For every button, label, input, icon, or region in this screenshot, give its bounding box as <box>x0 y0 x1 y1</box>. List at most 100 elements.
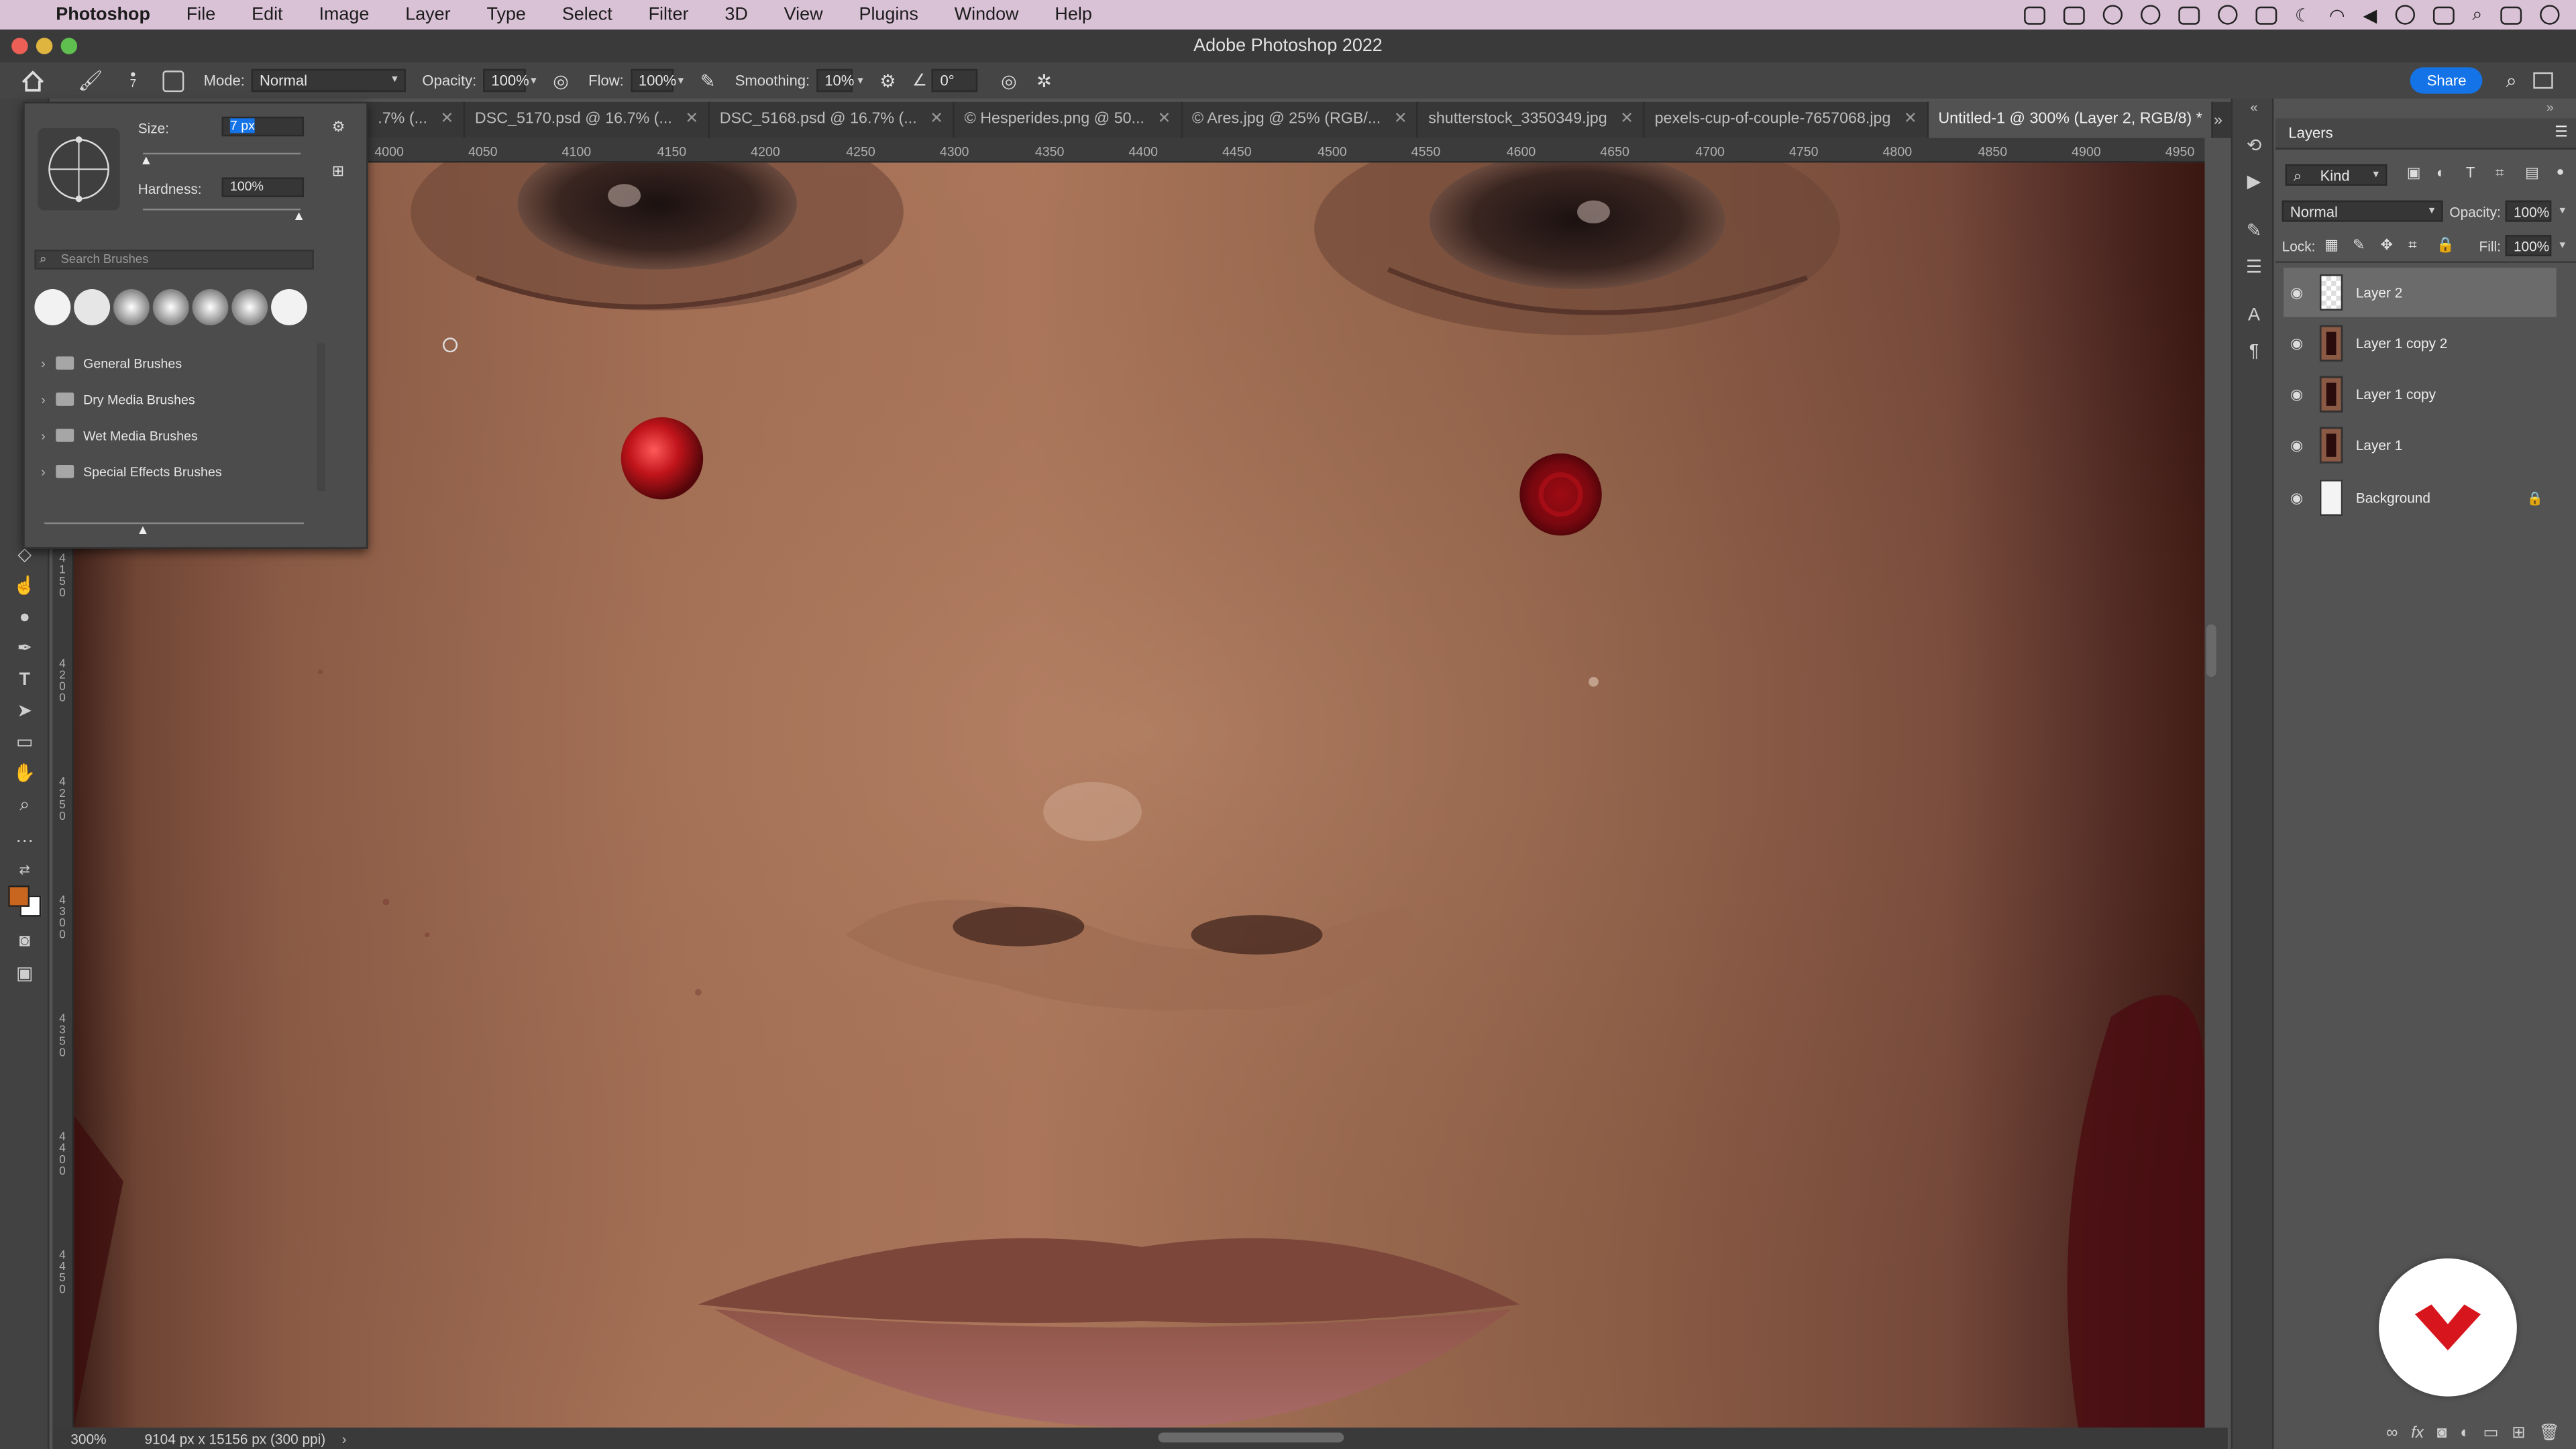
size-slider[interactable] <box>143 152 301 155</box>
document-canvas[interactable] <box>74 162 2205 1428</box>
layer-row-background[interactable]: ◉ Background 🔒 <box>2284 473 2557 522</box>
display-icon[interactable] <box>2063 5 2085 24</box>
opacity-input[interactable]: 100% <box>483 68 529 93</box>
menu-type[interactable]: Type <box>469 0 544 30</box>
type-tool-icon[interactable]: T <box>10 667 40 693</box>
control-center-icon[interactable] <box>2500 5 2522 24</box>
layer-name[interactable]: Layer 1 copy 2 <box>2356 335 2448 352</box>
share-button[interactable]: Share <box>2410 67 2483 94</box>
creative-cloud-icon[interactable] <box>2102 5 2123 25</box>
gear-icon[interactable] <box>2140 5 2161 25</box>
layer-style-fx-icon[interactable]: fx <box>2411 1424 2424 1442</box>
layer-name[interactable]: Background <box>2356 490 2430 506</box>
filter-smart-object-icon[interactable]: ▤ <box>2525 164 2539 182</box>
tabs-overflow-icon[interactable]: » <box>2214 111 2222 129</box>
opacity-chevron-icon[interactable]: ▾ <box>531 74 537 87</box>
tab-document-3[interactable]: DSC_5168.psd @ 16.7% (... ✕ <box>710 101 955 138</box>
blend-mode-select[interactable]: Normal ▾ <box>2282 200 2443 222</box>
layer-name[interactable]: Layer 2 <box>2356 284 2402 301</box>
zoom-tool-icon[interactable]: ⌕ <box>10 792 40 818</box>
chevron-down-icon[interactable]: ▾ <box>2560 238 2566 252</box>
layer-opacity-input[interactable]: 100% <box>2505 200 2552 222</box>
filter-adjustment-icon[interactable]: ◐ <box>2436 164 2445 180</box>
horizontal-ruler[interactable]: 4000 4050 4100 4150 4200 4250 4300 4350 … <box>368 138 2205 163</box>
layer-row-layer-1-copy-2[interactable]: ◉ Layer 1 copy 2 <box>2284 319 2557 368</box>
menu-window[interactable]: Window <box>936 0 1037 30</box>
menu-image[interactable]: Image <box>301 0 388 30</box>
angle-input[interactable]: 0° <box>932 68 978 93</box>
layer-name[interactable]: Layer 1 copy <box>2356 386 2436 402</box>
zoom-window-icon[interactable] <box>60 38 78 54</box>
close-window-icon[interactable] <box>11 38 28 54</box>
more-tools-icon[interactable]: ··· <box>10 828 40 854</box>
foreground-color-swatch[interactable] <box>8 885 30 907</box>
filter-kind-select[interactable]: ⌕ Kind ▾ <box>2285 164 2387 186</box>
workspace-icon[interactable] <box>2533 72 2553 89</box>
menu-edit[interactable]: Edit <box>233 0 301 30</box>
menu-app-name[interactable]: Photoshop <box>49 0 168 30</box>
tab-document-6[interactable]: shutterstock_3350349.jpg ✕ <box>1419 101 1645 138</box>
search-icon[interactable]: ⌕ <box>2506 68 2516 93</box>
soft-round-brush-icon[interactable] <box>113 289 150 325</box>
hand-tool-icon[interactable]: ✋ <box>10 761 40 787</box>
brush-settings-icon[interactable]: ✎ <box>2243 220 2265 241</box>
visibility-eye-icon[interactable]: ◉ <box>2284 334 2310 352</box>
smoothing-gear-icon[interactable]: ⚙ <box>879 70 896 91</box>
collapse-icon[interactable]: » <box>2546 100 2554 115</box>
hardness-input[interactable]: 100% <box>221 177 305 197</box>
lock-all-icon[interactable]: 🔒 <box>2436 237 2455 255</box>
quick-mask-icon[interactable]: ◙ <box>10 928 40 955</box>
filter-shape-icon[interactable]: ⌗ <box>2496 164 2504 182</box>
soft-round-brush-icon[interactable] <box>192 289 229 325</box>
collapse-panels-icon[interactable]: « <box>2243 100 2265 115</box>
folder-wet-media-brushes[interactable]: › Wet Media Brushes <box>41 419 317 451</box>
character-icon[interactable]: A <box>2243 306 2265 325</box>
visibility-eye-icon[interactable]: ◉ <box>2284 283 2310 301</box>
flow-input[interactable]: 100% <box>630 68 676 93</box>
fill-input[interactable]: 100% <box>2505 235 2552 257</box>
lock-transparent-icon[interactable]: ▦ <box>2324 237 2339 255</box>
tab-document-1[interactable]: .7% (... ✕ <box>368 101 466 138</box>
menu-view[interactable]: View <box>766 0 841 30</box>
menu-help[interactable]: Help <box>1036 0 1110 30</box>
adjustment-layer-icon[interactable]: ◐ <box>2460 1424 2470 1442</box>
tab-document-2[interactable]: DSC_5170.psd @ 16.7% (... ✕ <box>465 101 710 138</box>
pen-tool-icon[interactable]: ✒ <box>10 636 40 662</box>
smoothing-input[interactable]: 10% <box>816 68 854 93</box>
brush-settings-toggle[interactable] <box>151 62 194 99</box>
hard-round-brush-icon[interactable] <box>271 289 307 325</box>
mode-select[interactable]: Normal ▾ <box>251 68 406 93</box>
menu-plugins[interactable]: Plugins <box>841 0 936 30</box>
filter-type-icon[interactable]: T <box>2466 164 2475 180</box>
tab-document-4[interactable]: © Hesperides.png @ 50... ✕ <box>955 101 1183 138</box>
preview-size-handle-icon[interactable]: ▲ <box>136 523 149 537</box>
size-slider-handle-icon[interactable]: ▲ <box>140 153 152 168</box>
folder-dry-media-brushes[interactable]: › Dry Media Brushes <box>41 383 317 416</box>
dodge-tool-icon[interactable]: ● <box>10 604 40 631</box>
tab-document-5[interactable]: © Ares.jpg @ 25% (RGB/... ✕ <box>1182 101 1419 138</box>
close-icon[interactable]: ✕ <box>685 102 698 138</box>
layer-name[interactable]: Layer 1 <box>2356 437 2402 453</box>
cloud-icon[interactable] <box>2178 5 2200 24</box>
new-group-folder-icon[interactable]: ▭ <box>2483 1424 2499 1442</box>
path-selection-tool-icon[interactable]: ➤ <box>10 698 40 724</box>
add-mask-icon[interactable]: ◙ <box>2437 1424 2447 1442</box>
zoom-level[interactable]: 300% <box>70 1430 136 1446</box>
panel-menu-icon[interactable]: ☰ <box>2555 123 2568 142</box>
close-icon[interactable]: ✕ <box>1394 102 1407 138</box>
menu-filter[interactable]: Filter <box>631 0 707 30</box>
menu-file[interactable]: File <box>168 0 233 30</box>
layer-row-layer-1-copy[interactable]: ◉ Layer 1 copy <box>2284 370 2557 419</box>
filter-pixel-icon[interactable]: ▣ <box>2407 164 2421 182</box>
search-brushes-input[interactable]: Search Brushes <box>34 250 314 270</box>
sync-icon[interactable] <box>2217 5 2238 25</box>
brushes-scrollbar[interactable] <box>317 343 325 492</box>
soft-round-brush-icon[interactable] <box>152 289 189 325</box>
filter-toggle-icon[interactable]: ● <box>2557 164 2565 179</box>
close-icon[interactable]: ✕ <box>441 102 454 138</box>
preview-size-slider[interactable] <box>44 522 305 525</box>
new-preset-icon[interactable]: ⊞ <box>332 162 344 180</box>
rectangle-tool-icon[interactable]: ▭ <box>10 729 40 755</box>
flow-chevron-icon[interactable]: ▾ <box>678 74 684 87</box>
status-app-icon[interactable] <box>2023 5 2045 24</box>
